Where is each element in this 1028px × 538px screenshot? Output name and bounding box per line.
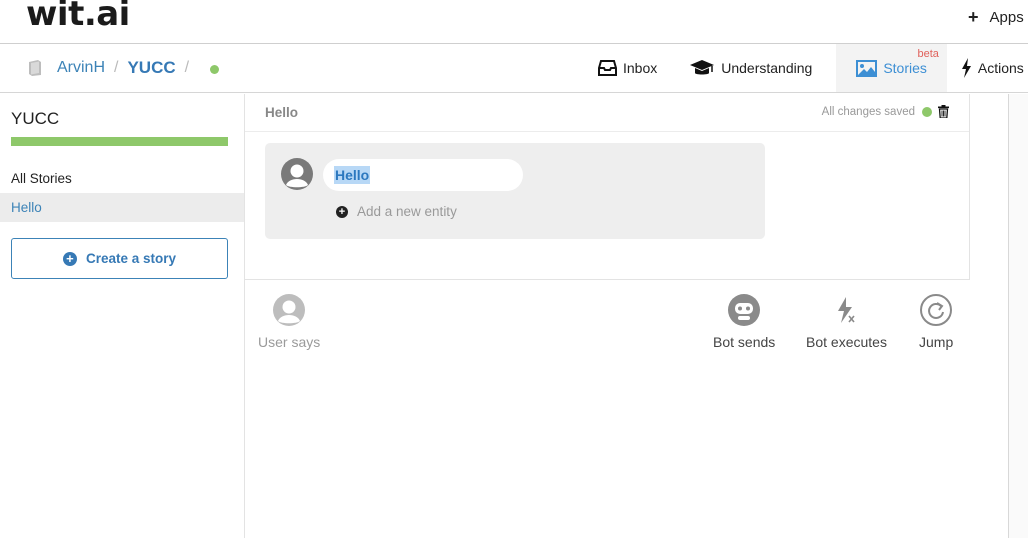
breadcrumb: ArvinH / YUCC /: [26, 58, 220, 78]
tab-label: Actions: [977, 60, 1024, 76]
app-progress-bar: [11, 137, 228, 146]
graduation-cap-icon: [690, 60, 715, 75]
plus-circle-icon: +: [62, 251, 77, 266]
breadcrumb-user[interactable]: ArvinH: [57, 59, 105, 77]
sidebar-app-title: YUCC: [11, 109, 60, 128]
breadcrumb-separator: /: [184, 59, 190, 76]
apps-menu[interactable]: + Apps: [968, 8, 1024, 26]
jump-button[interactable]: Jump: [919, 294, 953, 350]
tab-inbox[interactable]: Inbox: [590, 44, 665, 92]
bot-sends-button[interactable]: Bot sends: [713, 294, 775, 350]
tab-label: Inbox: [623, 60, 658, 76]
all-stories-heading[interactable]: All Stories: [11, 171, 72, 186]
inbox-icon: [598, 60, 617, 76]
breadcrumb-separator: /: [114, 59, 119, 76]
user-avatar-icon: [281, 158, 313, 190]
create-story-button[interactable]: + Create a story: [11, 238, 228, 279]
app-navbar: ArvinH / YUCC / Inbox Understanding Stor…: [0, 44, 1028, 93]
tab-label: Understanding: [721, 60, 813, 76]
bot-executes-button[interactable]: Bot executes: [806, 294, 887, 350]
right-scroll-strip[interactable]: [1008, 94, 1028, 538]
saved-indicator-dot: [922, 106, 932, 117]
story-editor: Hello All changes saved Hello + Add a ne…: [245, 94, 970, 280]
plus-icon: +: [968, 7, 979, 27]
user-icon: [273, 294, 306, 326]
save-status: All changes saved: [822, 105, 949, 118]
jump-label: Jump: [919, 334, 954, 350]
user-says-button[interactable]: User says: [258, 294, 320, 350]
tab-understanding[interactable]: Understanding: [681, 44, 820, 92]
bot-sends-label: Bot sends: [713, 334, 776, 350]
tab-label: Stories: [883, 60, 927, 76]
tab-actions[interactable]: Actions: [953, 44, 1028, 92]
breadcrumb-app[interactable]: YUCC: [127, 58, 175, 78]
tab-stories[interactable]: Stories beta: [836, 44, 947, 92]
add-entity-button[interactable]: + Add a new entity: [336, 204, 457, 219]
status-dot: [210, 64, 220, 74]
user-message-input[interactable]: Hello: [323, 159, 523, 191]
user-message-text: Hello: [334, 166, 371, 184]
user-says-label: User says: [258, 334, 321, 350]
bot-executes-label: Bot executes: [806, 334, 887, 350]
create-story-label: Create a story: [85, 251, 177, 266]
redo-circle-icon: [920, 294, 953, 326]
wit-logo[interactable]: wit.ai: [26, 0, 130, 34]
top-header: wit.ai + Apps: [0, 0, 1028, 44]
trash-icon[interactable]: [938, 105, 949, 118]
robot-icon: [728, 294, 761, 326]
beta-badge: beta: [917, 48, 939, 60]
sidebar-item-hello[interactable]: Hello: [0, 193, 244, 222]
story-title[interactable]: Hello: [265, 105, 298, 120]
save-status-text: All changes saved: [821, 105, 915, 118]
function-bolt-icon: [830, 294, 862, 326]
plus-circle-icon: +: [336, 205, 348, 218]
book-icon: [29, 60, 41, 76]
apps-label: Apps: [989, 8, 1024, 26]
user-turn: Hello + Add a new entity: [265, 143, 765, 239]
add-entity-label: Add a new entity: [357, 204, 457, 219]
bolt-icon: [961, 58, 971, 78]
image-icon: [856, 59, 878, 77]
main-tabs: Inbox Understanding Stories beta Actions: [590, 44, 1028, 92]
story-header: Hello All changes saved: [245, 94, 969, 132]
stories-sidebar: YUCC All Stories Hello + Create a story: [0, 94, 245, 538]
